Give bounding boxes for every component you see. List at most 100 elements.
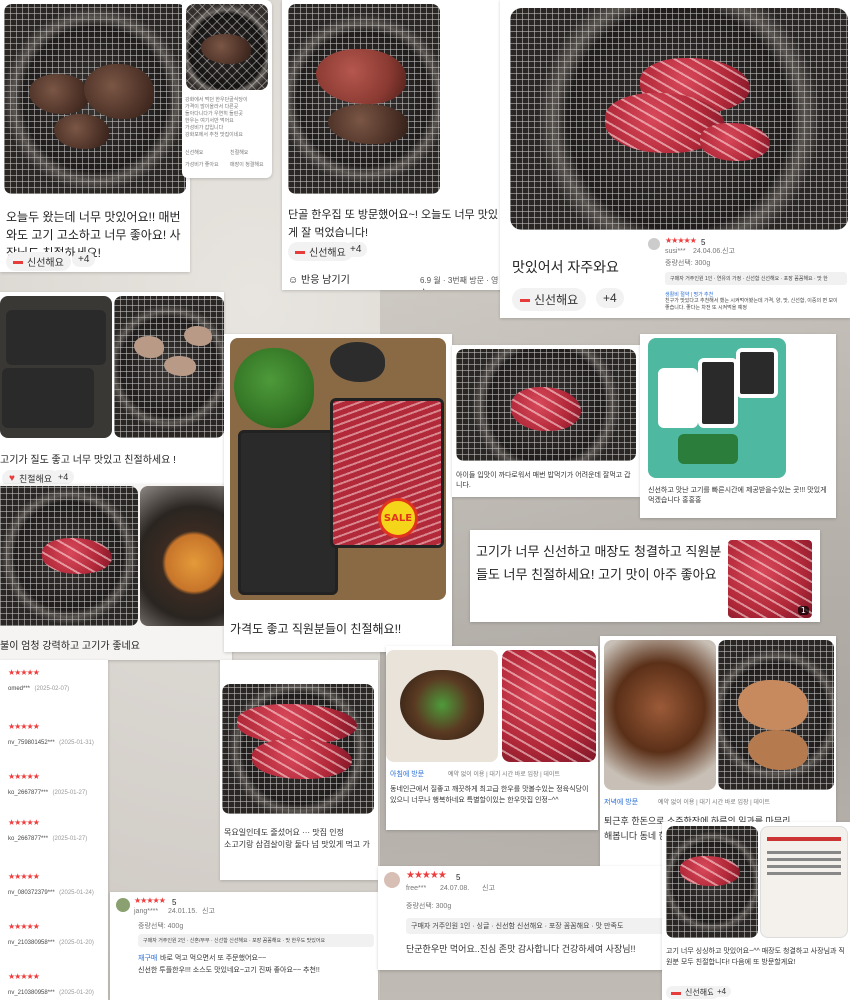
more-chips-button[interactable]: +4 bbox=[72, 252, 96, 267]
review-row-5[interactable]: ★★★★★ nv_080372379*** (2025-01-24) bbox=[8, 872, 94, 899]
review-card-2: 단골 한우집 또 방문했어요~! 오늘도 너무 맛있게 잘 먹었습니다! ▬ 신선… bbox=[282, 0, 504, 290]
review-body: 친구가 맛있다고 추천해서 했는 시켜먹어봤는데 가격, 양, 맛, 신선함, … bbox=[665, 298, 838, 311]
more-chips-button[interactable]: +4 bbox=[52, 470, 75, 484]
review-text: 고기 너무 싱싱하고 맛있어요~^^ 매장도 청결하고 사장님과 직원분 모두 … bbox=[666, 948, 845, 966]
username: free*** bbox=[406, 885, 427, 892]
review-row-6[interactable]: ★★★★★ nv_210380958*** (2025-01-20) bbox=[8, 922, 94, 949]
inner-tag-1: 신선해요 bbox=[185, 150, 204, 156]
meat-icon: ▬ bbox=[13, 256, 23, 267]
keyword-chip[interactable]: ▬ 신선해요 bbox=[512, 288, 587, 311]
user-avatar bbox=[384, 872, 400, 888]
grill-photo bbox=[0, 486, 138, 626]
report-link[interactable]: 신고 bbox=[722, 247, 735, 257]
star-rating: ★★★★★ bbox=[406, 870, 447, 881]
star-rating: ★★★★★ bbox=[134, 896, 166, 905]
buyer-tagline: 구매자 거주인원 2인 · 신혼/부부 · 신선함 신선해요 · 포장 꼼꼼해요… bbox=[138, 934, 374, 947]
grill-pork-photo bbox=[718, 640, 834, 790]
review-card-11: 목요일인데도 줄섰어요 ··· 맛집 인정 소고기랑 삼겹살이랑 둘다 넘 맛있… bbox=[220, 660, 378, 880]
review-date: 24.07.08. bbox=[440, 885, 470, 892]
visit-time: 저녁에 방문 bbox=[604, 799, 639, 806]
review-row-4[interactable]: ★★★★★ ko_2667877*** (2025-01-27) bbox=[8, 818, 87, 845]
review-card-10: ★★★★★ 5 jang**** 24.01.15. 신고 중량선택: 400g… bbox=[110, 892, 378, 1000]
visit-info: 예약 없이 이용 | 대기 시간 바로 입장 | 데이트 bbox=[658, 800, 770, 806]
review-row-3[interactable]: ★★★★★ ko_2667877*** (2025-01-27) bbox=[8, 772, 87, 799]
keyword-chip[interactable]: ▬ 신선해요 bbox=[6, 252, 71, 271]
report-link[interactable]: 신고 bbox=[482, 884, 495, 894]
stew-photo bbox=[140, 486, 230, 626]
grill-thumb bbox=[186, 4, 268, 90]
review-text: 고기가 질도 좋고 너무 맛있고 친절하세요 ! bbox=[0, 455, 176, 466]
report-link[interactable]: 신고 bbox=[202, 907, 215, 917]
inner-tag-4: 매장이 청결해요 bbox=[230, 162, 264, 168]
meat-thumb[interactable]: 1 bbox=[728, 540, 812, 618]
badge-label: 재구매 bbox=[138, 955, 158, 962]
grill-photo bbox=[288, 4, 440, 194]
review-card-7: 신선하고 맛난 고기를 빠른시간에 제공받을수있는 곳!!! 맛있게 먹겠습니다… bbox=[640, 334, 836, 518]
meat-pack-photo bbox=[0, 296, 112, 438]
review-text: 동네인근에서 질좋고 깨끗하게 최고급 한우를 맛볼수있는 정육식당이 있으니 … bbox=[390, 786, 589, 804]
meat-photo bbox=[502, 650, 596, 762]
grill-photo bbox=[222, 684, 374, 814]
image-count-badge: 1 bbox=[797, 606, 809, 615]
menu-board-photo bbox=[760, 826, 848, 938]
inner-tag-3: 가성비가 좋아요 bbox=[185, 162, 219, 168]
review-body-2: 신선한 투플한우!!! 소스도 맛있네요~고기 진짜 좋아요~~ 추천!! bbox=[138, 967, 320, 974]
visit-info: 예약 없이 이용 | 대기 시간 바로 입장 | 데이트 bbox=[448, 772, 560, 778]
review-text: 가격도 좋고 직원분들이 친절해요!! bbox=[230, 622, 402, 636]
user-avatar bbox=[116, 898, 130, 912]
review-text: 아이들 입맛이 까다로워서 매번 밥먹기가 어려운데 잘먹고 갑니다. bbox=[456, 472, 631, 489]
review-text-line1: 목요일인데도 줄섰어요 ··· 맛집 인정 bbox=[224, 828, 344, 837]
review-card-9: 불이 엄청 강력하고 고기가 좋네요 bbox=[0, 484, 232, 660]
review-card-3: ★★★★★ 5 susi*** 24.04.06. 신고 맛있어서 자주와요 중… bbox=[500, 0, 850, 318]
salad bbox=[330, 342, 385, 382]
meat-icon: ▬ bbox=[671, 987, 681, 998]
review-card-15: 고기 너무 싱싱하고 맛있어요~^^ 매장도 청결하고 사장님과 직원분 모두 … bbox=[662, 822, 850, 1000]
sale-sticker: SALE bbox=[378, 498, 418, 538]
review-text: 신선하고 맛난 고기를 빠른시간에 제공받을수있는 곳!!! 맛있게 먹겠습니다… bbox=[648, 487, 827, 504]
salad-photo bbox=[386, 650, 498, 762]
inner-review-card: 강화에서 먹던 한우단골식당이 가격이 많이올라서 다른곳 돌아다니다가 우연히… bbox=[182, 0, 272, 178]
skewer-photo bbox=[604, 640, 716, 790]
review-text: 불이 엄청 강력하고 고기가 좋네요 bbox=[0, 641, 140, 652]
weight-option: 중량선택: 400g bbox=[138, 923, 184, 930]
meat-icon: ▬ bbox=[520, 294, 530, 305]
visit-meta: 6.9 월 · 3번째 방문 · 영수 bbox=[420, 276, 499, 290]
review-card-8: 고기가 너무 신선하고 매장도 청결하고 직원분들도 너무 친절하세요! 고기 … bbox=[470, 530, 820, 622]
user-avatar bbox=[648, 238, 660, 250]
review-row-7[interactable]: ★★★★★ nv_210380958*** (2025-01-20) bbox=[8, 972, 94, 999]
keyword-chip[interactable]: ♥ 친절해요 bbox=[2, 470, 60, 484]
review-text-line2: 소고기랑 삼겹살이랑 둘다 넘 맛있게 먹고 가 bbox=[224, 840, 370, 849]
react-button[interactable]: ☺ 반응 남기기 bbox=[288, 272, 350, 290]
grill-photo bbox=[4, 4, 186, 194]
inner-line-6: 강화포에서 추천 맛집이네요 bbox=[185, 132, 243, 138]
more-chips-button[interactable]: +4 bbox=[596, 288, 624, 308]
more-chips-button[interactable]: +4 bbox=[344, 242, 368, 257]
review-row-2[interactable]: ★★★★★ nv_759801452*** (2025-01-31) bbox=[8, 722, 94, 749]
review-list-panel: ★★★★★ omed*** (2025-02-07) ★★★★★ nv_7598… bbox=[0, 660, 108, 1000]
review-card-6: 아이들 입맛이 까다로워서 매번 밥먹기가 어려운데 잘먹고 갑니다. bbox=[452, 345, 640, 497]
review-row-1[interactable]: ★★★★★ omed*** (2025-02-07) bbox=[8, 668, 69, 695]
review-body-1: 바로 먹고 먹으면서 또 주문했어요~~ bbox=[160, 955, 267, 962]
review-text: 고기가 너무 신선하고 매장도 청결하고 직원분들도 너무 친절하세요! 고기 … bbox=[476, 544, 722, 582]
review-date: 24.04.06. bbox=[693, 248, 723, 255]
username: susi*** bbox=[665, 248, 686, 255]
review-body: 단군한우만 먹어요..진심 존맛 감사합니다 건강하세여 사장님!! bbox=[406, 944, 636, 954]
meat-pack-photo: SALE bbox=[230, 338, 446, 600]
smile-icon: ☺ bbox=[288, 275, 299, 286]
star-rating: ★★★★★ bbox=[665, 236, 697, 245]
score: 5 bbox=[456, 873, 461, 882]
review-text: 맛있어서 자주와요 bbox=[512, 259, 619, 275]
review-card-5: SALE 가격도 좋고 직원분들이 친절해요!! bbox=[224, 334, 452, 652]
review-date: 24.01.15. bbox=[168, 908, 198, 915]
review-card-1: 오늘두 왔는데 너무 맛있어요!! 매번 와도 고기 고소하고 너무 좋아요! … bbox=[0, 0, 190, 272]
grill-photo bbox=[510, 8, 848, 230]
buyer-tagline: 구매자 거주인원 1인 · 연유의 가정 · 신선함 신선해요 · 포장 꼼꼼해… bbox=[665, 272, 847, 285]
meat-tray-photo bbox=[648, 338, 786, 478]
heart-icon: ♥ bbox=[9, 473, 15, 484]
keyword-chip[interactable]: ▬ 신선해요 bbox=[288, 242, 353, 261]
review-card-12: 아침에 방문 예약 없이 이용 | 대기 시간 바로 입장 | 데이트 동네인근… bbox=[386, 646, 598, 830]
grill-photo bbox=[456, 349, 636, 461]
weight-option: 중량선택: 300g bbox=[665, 260, 711, 267]
more-chips-button[interactable]: +4 bbox=[712, 986, 732, 997]
username: jang**** bbox=[134, 908, 159, 915]
